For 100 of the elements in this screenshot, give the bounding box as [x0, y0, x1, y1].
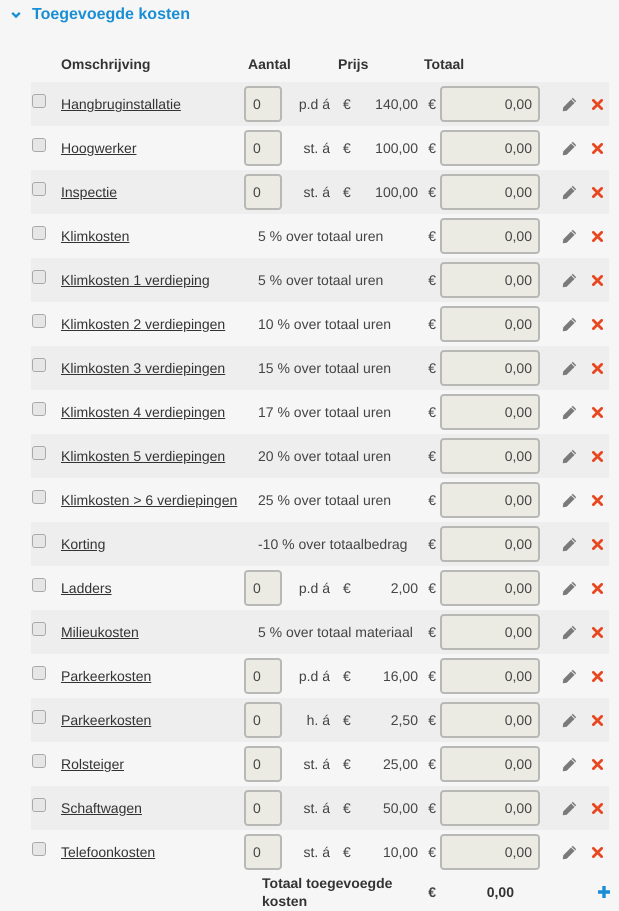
- item-link[interactable]: Klimkosten: [61, 228, 130, 244]
- total-field[interactable]: 0,00: [440, 526, 540, 562]
- quantity-field[interactable]: 0: [244, 86, 282, 122]
- total-field[interactable]: 0,00: [440, 174, 540, 210]
- quantity-field[interactable]: 0: [244, 746, 282, 782]
- quantity-field[interactable]: 0: [244, 790, 282, 826]
- cross-icon[interactable]: [592, 626, 603, 638]
- total-field[interactable]: 0,00: [440, 394, 540, 430]
- row-checkbox[interactable]: [32, 490, 46, 504]
- item-link[interactable]: Parkeerkosten: [61, 712, 152, 728]
- pencil-icon[interactable]: [562, 668, 577, 684]
- row-checkbox[interactable]: [32, 666, 46, 680]
- total-field[interactable]: 0,00: [440, 306, 540, 342]
- item-link[interactable]: Klimkosten 2 verdiepingen: [61, 316, 226, 332]
- cross-icon[interactable]: [592, 186, 603, 198]
- item-link[interactable]: Parkeerkosten: [61, 668, 152, 684]
- row-checkbox[interactable]: [32, 798, 46, 812]
- pencil-icon[interactable]: [562, 316, 577, 332]
- cross-icon[interactable]: [592, 406, 603, 418]
- cross-icon[interactable]: [592, 318, 603, 330]
- item-link[interactable]: Klimkosten 1 verdieping: [61, 272, 210, 288]
- row-checkbox[interactable]: [32, 358, 46, 372]
- cross-icon[interactable]: [592, 714, 603, 726]
- total-field[interactable]: 0,00: [440, 614, 540, 650]
- total-field[interactable]: 0,00: [440, 702, 540, 738]
- pencil-icon[interactable]: [562, 448, 577, 464]
- pencil-icon[interactable]: [562, 404, 577, 420]
- pencil-icon[interactable]: [562, 272, 577, 288]
- cross-icon[interactable]: [592, 274, 603, 286]
- item-link[interactable]: Milieukosten: [61, 624, 139, 640]
- total-field[interactable]: 0,00: [440, 130, 540, 166]
- row-checkbox[interactable]: [32, 226, 46, 240]
- cross-icon[interactable]: [592, 142, 603, 154]
- total-field[interactable]: 0,00: [440, 438, 540, 474]
- quantity-field[interactable]: 0: [244, 702, 282, 738]
- row-checkbox[interactable]: [32, 182, 46, 196]
- cross-icon[interactable]: [592, 802, 603, 814]
- item-link[interactable]: Korting: [61, 536, 106, 552]
- item-link[interactable]: Klimkosten 3 verdiepingen: [61, 360, 226, 376]
- row-checkbox[interactable]: [32, 314, 46, 328]
- cross-icon[interactable]: [592, 450, 603, 462]
- cross-icon[interactable]: [592, 538, 603, 550]
- cross-icon[interactable]: [592, 362, 603, 374]
- item-link[interactable]: Ladders: [61, 580, 112, 596]
- cross-icon[interactable]: [592, 494, 603, 506]
- pencil-icon[interactable]: [562, 580, 577, 596]
- pencil-icon[interactable]: [562, 536, 577, 552]
- total-field[interactable]: 0,00: [440, 570, 540, 606]
- plus-icon[interactable]: [597, 885, 611, 899]
- row-checkbox[interactable]: [32, 534, 46, 548]
- total-field[interactable]: 0,00: [440, 790, 540, 826]
- row-checkbox[interactable]: [32, 842, 46, 856]
- total-field[interactable]: 0,00: [440, 746, 540, 782]
- pencil-icon[interactable]: [562, 756, 577, 772]
- pencil-icon[interactable]: [562, 228, 577, 244]
- item-link[interactable]: Inspectie: [61, 184, 118, 200]
- total-field[interactable]: 0,00: [440, 350, 540, 386]
- total-field[interactable]: 0,00: [440, 834, 540, 870]
- item-link[interactable]: Hoogwerker: [61, 140, 136, 156]
- pencil-icon[interactable]: [562, 140, 577, 156]
- row-checkbox[interactable]: [32, 446, 46, 460]
- row-checkbox[interactable]: [32, 622, 46, 636]
- pencil-icon[interactable]: [562, 800, 577, 816]
- total-field[interactable]: 0,00: [440, 86, 540, 122]
- pencil-icon[interactable]: [562, 624, 577, 640]
- total-field[interactable]: 0,00: [440, 218, 540, 254]
- row-checkbox[interactable]: [32, 578, 46, 592]
- row-checkbox[interactable]: [32, 402, 46, 416]
- cross-icon[interactable]: [592, 846, 603, 858]
- row-checkbox[interactable]: [32, 138, 46, 152]
- quantity-field[interactable]: 0: [244, 174, 282, 210]
- item-link[interactable]: Klimkosten 5 verdiepingen: [61, 448, 226, 464]
- pencil-icon[interactable]: [562, 360, 577, 376]
- item-link[interactable]: Hangbruginstallatie: [61, 96, 181, 112]
- row-checkbox[interactable]: [32, 270, 46, 284]
- row-checkbox[interactable]: [32, 754, 46, 768]
- item-link[interactable]: Telefoonkosten: [61, 844, 156, 860]
- chevron-icon[interactable]: [11, 11, 21, 19]
- pencil-icon[interactable]: [562, 184, 577, 200]
- pencil-icon[interactable]: [562, 492, 577, 508]
- quantity-field[interactable]: 0: [244, 130, 282, 166]
- quantity-field[interactable]: 0: [244, 834, 282, 870]
- cross-icon[interactable]: [592, 670, 603, 682]
- total-field[interactable]: 0,00: [440, 262, 540, 298]
- item-link[interactable]: Rolsteiger: [61, 756, 124, 772]
- cross-icon[interactable]: [592, 582, 603, 594]
- row-checkbox[interactable]: [32, 94, 46, 108]
- item-link[interactable]: Schaftwagen: [61, 800, 142, 816]
- quantity-field[interactable]: 0: [244, 658, 282, 694]
- quantity-field[interactable]: 0: [244, 570, 282, 606]
- item-link[interactable]: Klimkosten > 6 verdiepingen: [61, 492, 238, 508]
- pencil-icon[interactable]: [562, 844, 577, 860]
- item-link[interactable]: Klimkosten 4 verdiepingen: [61, 404, 226, 420]
- total-field[interactable]: 0,00: [440, 658, 540, 694]
- row-checkbox[interactable]: [32, 710, 46, 724]
- cross-icon[interactable]: [592, 98, 603, 110]
- cross-icon[interactable]: [592, 230, 603, 242]
- pencil-icon[interactable]: [562, 96, 577, 112]
- cross-icon[interactable]: [592, 758, 603, 770]
- pencil-icon[interactable]: [562, 712, 577, 728]
